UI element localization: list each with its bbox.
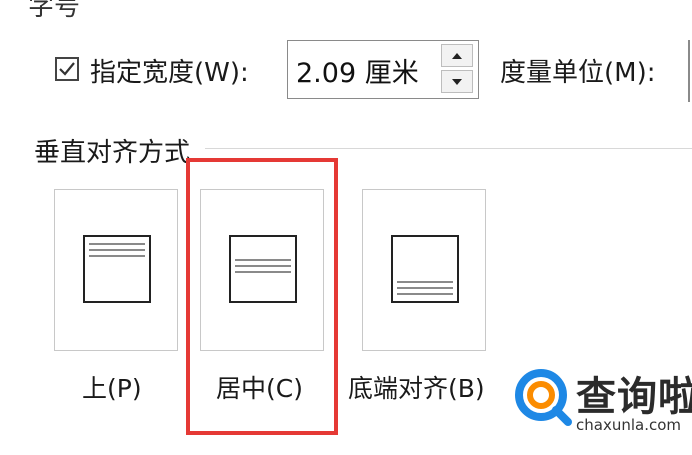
arrow-up-icon <box>452 52 462 59</box>
width-value[interactable]: 2.09 厘米 <box>296 51 419 90</box>
align-top-label[interactable]: 上(P) <box>82 369 142 405</box>
measure-unit-label: 度量单位(M): <box>500 58 656 88</box>
arrow-down-icon <box>452 78 462 85</box>
vertical-alignment-title: 垂直对齐方式 <box>34 138 191 168</box>
align-bottom-option[interactable] <box>362 189 486 351</box>
watermark: 查询啦 chaxunla.com <box>510 360 692 455</box>
group-label: 字号 <box>28 0 81 22</box>
specify-width-label: 指定宽度(W): <box>90 58 249 88</box>
align-center-option[interactable] <box>200 189 324 351</box>
watermark-url: chaxunla.com <box>576 416 681 434</box>
spin-up-button[interactable] <box>441 44 473 67</box>
align-bottom-label[interactable]: 底端对齐(B) <box>348 369 485 405</box>
align-top-option[interactable] <box>54 189 178 351</box>
magnifier-logo-icon <box>515 369 572 426</box>
measure-unit-select[interactable] <box>688 40 692 102</box>
align-center-label[interactable]: 居中(C) <box>216 369 303 405</box>
align-bottom-preview-icon <box>391 235 459 303</box>
checkmark-icon <box>59 62 75 76</box>
width-spin-input[interactable]: 2.09 厘米 <box>287 40 479 99</box>
watermark-text: 查询啦 <box>576 374 692 420</box>
align-center-preview-icon <box>229 235 297 303</box>
section-divider <box>205 148 692 149</box>
align-top-preview-icon <box>83 235 151 303</box>
specify-width-checkbox[interactable] <box>55 57 79 81</box>
spin-down-button[interactable] <box>441 70 473 93</box>
